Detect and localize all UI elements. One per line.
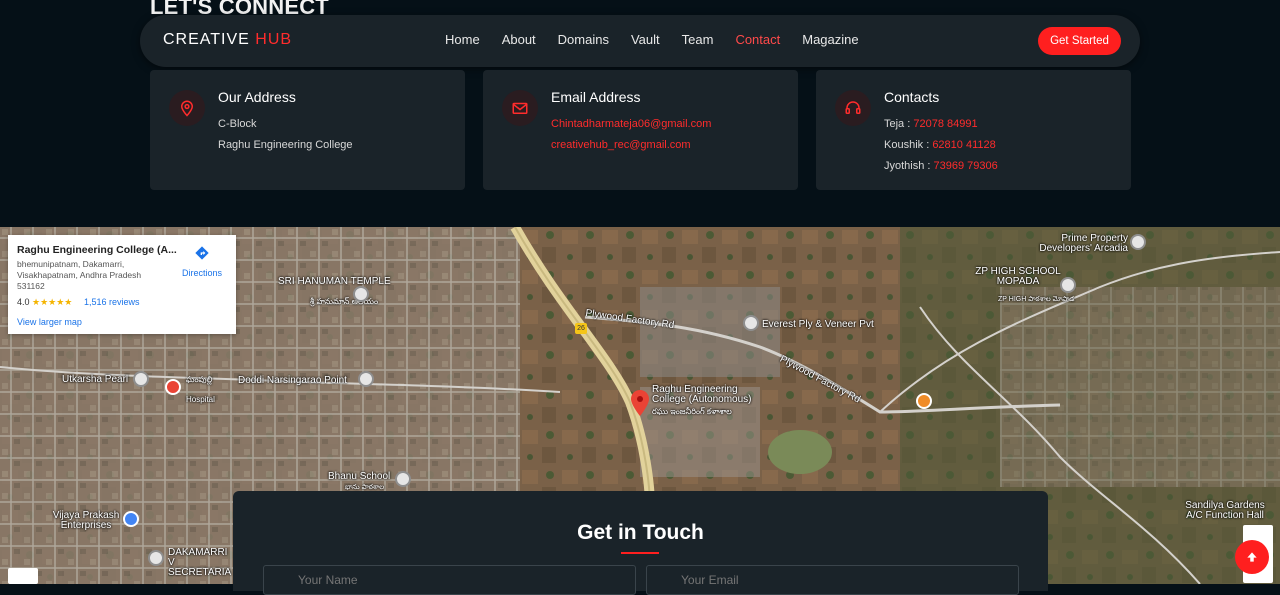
- map-pin-icon: [169, 90, 205, 126]
- brand-main: CREATIVE: [163, 31, 250, 48]
- headset-icon: [835, 90, 871, 126]
- place-marker-icon[interactable]: [1130, 234, 1146, 250]
- road-shield: 26: [575, 323, 587, 334]
- map-label-prime-property: Prime Property Developers' Arcadia: [1039, 233, 1128, 254]
- title-underline: [621, 552, 659, 554]
- place-marker-icon[interactable]: [148, 550, 164, 566]
- contact-section: LET'S CONNECT CREATIVE HUB Home About Do…: [0, 0, 1280, 227]
- email-title: Email Address: [551, 89, 641, 105]
- scroll-to-top-button[interactable]: [1235, 540, 1269, 574]
- contact-form-card: Get in Touch: [233, 491, 1048, 595]
- rating-value: 4.0: [17, 297, 30, 307]
- map-label-everest: Everest Ply & Veneer Pvt: [762, 319, 874, 330]
- email-card: Email Address Chintadharmateja06@gmail.c…: [483, 70, 798, 190]
- place-rating: 4.0 ★★★★★: [17, 297, 72, 308]
- contact-form-title: Get in Touch: [577, 521, 704, 544]
- contact-row: Teja : 72078 84991: [884, 114, 998, 135]
- map-label-hospital: Hospital: [186, 395, 215, 404]
- email-link-2[interactable]: creativehub_rec@gmail.com: [551, 135, 711, 156]
- arrow-up-icon: [1247, 552, 1257, 562]
- name-input[interactable]: [264, 566, 635, 594]
- brand-logo[interactable]: CREATIVE HUB: [163, 31, 292, 49]
- map-label-sri-hanuman-te: శ్రీ హనుమాన్ ఆలయం: [310, 297, 379, 306]
- contact-row: Jyothish : 73969 79306: [884, 156, 998, 177]
- place-marker-icon[interactable]: [353, 286, 369, 302]
- map-place-card: Raghu Engineering College (A... bhemunip…: [8, 235, 236, 334]
- nav-link-home[interactable]: Home: [445, 32, 480, 47]
- rating-stars-icon: ★★★★★: [32, 297, 73, 307]
- navbar: CREATIVE HUB Home About Domains Vault Te…: [140, 15, 1140, 67]
- school-marker-icon[interactable]: [395, 471, 411, 487]
- nav-links: Home About Domains Vault Team Contact Ma…: [445, 32, 881, 47]
- email-link-1[interactable]: Chintadharmateja06@gmail.com: [551, 114, 711, 135]
- nav-link-contact[interactable]: Contact: [735, 32, 780, 47]
- directions-button[interactable]: Directions: [179, 245, 225, 278]
- place-title: Raghu Engineering College (A...: [17, 244, 177, 256]
- directions-icon: [195, 246, 209, 260]
- contact-phone[interactable]: 73969 79306: [934, 160, 998, 172]
- contacts-card: Contacts Teja : 72078 84991 Koushik : 62…: [816, 70, 1131, 190]
- place-marker-icon[interactable]: [743, 315, 759, 331]
- address-line-2: Raghu Engineering College: [218, 139, 353, 151]
- email-field[interactable]: [646, 565, 1019, 595]
- map-label-bhanu-school: Bhanu School: [328, 471, 391, 482]
- email-input[interactable]: [647, 566, 1018, 594]
- address-line-1: C-Block: [218, 118, 257, 130]
- hospital-marker-icon[interactable]: [165, 379, 181, 395]
- reviews-link[interactable]: 1,516 reviews: [84, 297, 140, 307]
- brand-accent: HUB: [255, 31, 293, 48]
- place-marker-icon[interactable]: [358, 371, 374, 387]
- directions-label: Directions: [181, 268, 222, 278]
- location-pin-icon[interactable]: [631, 390, 649, 421]
- address-lines: C-Block Raghu Engineering College: [218, 114, 353, 156]
- nav-link-domains[interactable]: Domains: [558, 32, 609, 47]
- map-label-hospital-te: ఘంపుల్లి: [186, 375, 213, 384]
- envelope-icon: [502, 90, 538, 126]
- shop-marker-icon[interactable]: [123, 511, 139, 527]
- school-marker-icon[interactable]: [1060, 277, 1076, 293]
- map-label-raghu-college-te: రఘు ఇంజనీరింగ్ కళాశాల: [652, 407, 732, 416]
- get-started-button[interactable]: Get Started: [1038, 27, 1121, 55]
- contact-name: Jyothish :: [884, 160, 931, 172]
- view-larger-map-link[interactable]: View larger map: [17, 317, 82, 327]
- contact-row: Koushik : 62810 41128: [884, 135, 998, 156]
- map-label-utkarsha: Utkarsha Pearl: [62, 374, 129, 385]
- address-title: Our Address: [218, 89, 296, 105]
- map-label-zp-school-te: ZP HIGH పాఠశాల మోపాడ: [998, 296, 1075, 303]
- contact-phone[interactable]: 72078 84991: [913, 118, 977, 130]
- contacts-title: Contacts: [884, 89, 940, 105]
- contact-name: Teja :: [884, 118, 911, 130]
- address-card: Our Address C-Block Raghu Engineering Co…: [150, 70, 465, 190]
- email-lines: Chintadharmateja06@gmail.com creativehub…: [551, 114, 711, 156]
- contacts-lines: Teja : 72078 84991 Koushik : 62810 41128…: [884, 114, 998, 177]
- nav-link-about[interactable]: About: [502, 32, 536, 47]
- map-label-dakamarri: DAKAMARRI V SECRETARIA: [168, 548, 232, 578]
- hotel-marker-icon[interactable]: [916, 393, 932, 409]
- map-label-sri-hanuman: SRI HANUMAN TEMPLE: [278, 276, 391, 287]
- name-field[interactable]: [263, 565, 636, 595]
- contact-name: Koushik :: [884, 139, 930, 151]
- place-address: bhemunipatnam, Dakamarri, Visakhapatnam,…: [17, 259, 142, 291]
- street-view-control[interactable]: [8, 568, 38, 584]
- map-label-raghu-college: Raghu Engineering College (Autonomous): [652, 384, 752, 405]
- map-label-sandilya: Sandilya Gardens A/C Function Hall: [1185, 500, 1265, 521]
- map-label-vijaya-prakash: Vijaya Prakash Enterprises: [52, 510, 120, 531]
- nav-link-vault[interactable]: Vault: [631, 32, 660, 47]
- map-label-doddi: Doddi Narsingarao Point: [238, 375, 347, 386]
- place-marker-icon[interactable]: [133, 371, 149, 387]
- contact-phone[interactable]: 62810 41128: [932, 139, 995, 151]
- nav-link-team[interactable]: Team: [682, 32, 714, 47]
- map-label-zp-school: ZP HIGH SCHOOL MOPADA: [975, 266, 1061, 287]
- nav-link-magazine[interactable]: Magazine: [802, 32, 858, 47]
